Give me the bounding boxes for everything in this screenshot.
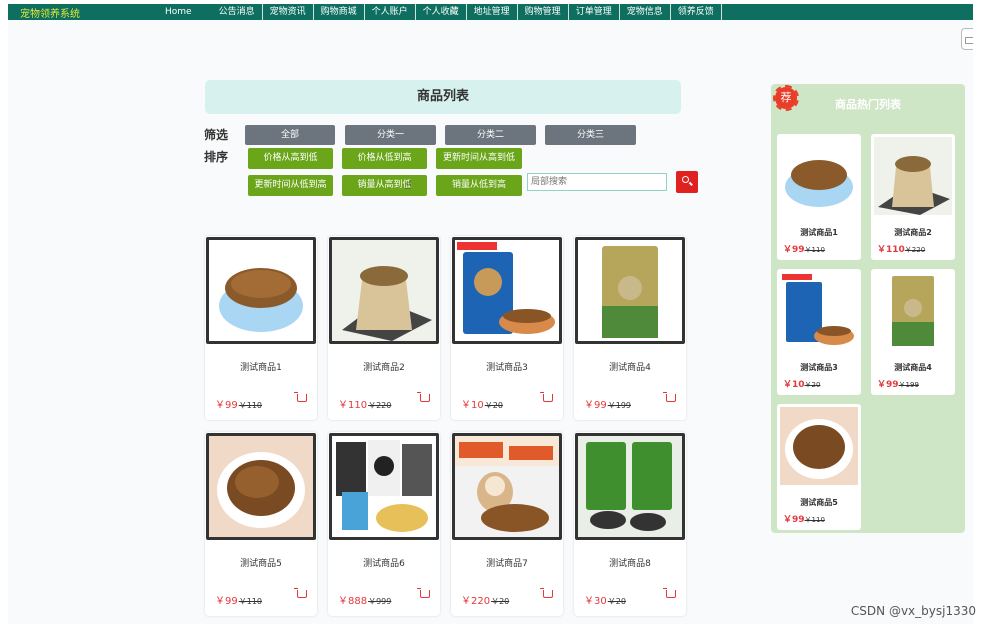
sort-time-desc-button[interactable]: 更新时间从高到低 [436, 148, 522, 169]
nav-link-home[interactable]: Home [158, 4, 212, 20]
hot-product-image-fresh-cat-food-bag[interactable] [874, 272, 952, 350]
hot-product-name[interactable]: 测试商品3 [777, 362, 861, 373]
sort-sales-asc-button[interactable]: 销量从低到高 [436, 175, 522, 196]
product-name[interactable]: 测试商品1 [205, 360, 317, 373]
hot-product-price: ￥10￥20 [783, 380, 821, 390]
nav-link-adoption-feedback[interactable]: 领养反馈 [671, 4, 722, 20]
hot-product-card[interactable]: 测试商品4 ￥99￥199 [871, 269, 955, 395]
sort-price-asc-button[interactable]: 价格从低到高 [342, 148, 427, 169]
search-icon [682, 176, 689, 183]
hot-product-name[interactable]: 测试商品2 [871, 227, 955, 238]
side-toggle-button[interactable] [961, 28, 973, 50]
product-price: ￥99￥110 [215, 596, 263, 607]
product-name[interactable]: 测试商品3 [451, 360, 563, 373]
filter-category-2-button[interactable]: 分类二 [445, 125, 536, 145]
product-card[interactable]: 测试商品2 ￥110￥220 [328, 236, 440, 420]
filter-category-1-button[interactable]: 分类一 [345, 125, 436, 145]
add-to-cart-icon[interactable] [540, 588, 553, 598]
add-to-cart-icon[interactable] [294, 392, 307, 402]
filter-category-3-button[interactable]: 分类三 [545, 125, 636, 145]
nav-link-purchases[interactable]: 购物管理 [518, 4, 569, 20]
product-image-dog-food-poster[interactable] [452, 433, 562, 540]
hot-product-image-cat-food-plate[interactable] [780, 407, 858, 485]
product-price: ￥110￥220 [338, 400, 392, 411]
product-card[interactable]: 测试商品6 ￥888￥999 [328, 432, 440, 616]
nav-link-orders[interactable]: 订单管理 [569, 4, 620, 20]
hot-product-card[interactable]: 测试商品2 ￥110￥220 [871, 134, 955, 260]
product-image-fresh-cat-food-bag[interactable] [575, 237, 685, 344]
product-name[interactable]: 测试商品7 [451, 556, 563, 569]
hot-products-title: 商品热门列表 [835, 98, 901, 111]
nav-link-pet-news[interactable]: 宠物资讯 [263, 4, 314, 20]
product-name[interactable]: 测试商品5 [205, 556, 317, 569]
sort-price-desc-button[interactable]: 价格从高到低 [248, 148, 333, 169]
site-brand[interactable]: 宠物领养系统 [20, 5, 80, 20]
product-name[interactable]: 测试商品2 [328, 360, 440, 373]
product-image-green-food-bags[interactable] [575, 433, 685, 540]
product-card[interactable]: 测试商品1 ￥99￥110 [205, 236, 317, 420]
product-image-cat-food-blue-bowl[interactable] [206, 237, 316, 344]
sort-time-asc-button[interactable]: 更新时间从低到高 [248, 175, 333, 196]
add-to-cart-icon[interactable] [417, 588, 430, 598]
hot-product-card[interactable]: 测试商品3 ￥10￥20 [777, 269, 861, 395]
nav-link-pet-info[interactable]: 宠物信息 [620, 4, 671, 20]
nav-link-favorites[interactable]: 个人收藏 [416, 4, 467, 20]
product-image-cat-food-burlap-sack[interactable] [329, 237, 439, 344]
product-price: ￥220￥20 [461, 596, 510, 607]
product-price: ￥30￥20 [584, 596, 626, 607]
product-name[interactable]: 测试商品4 [574, 360, 686, 373]
hot-product-image-cat-food-blue-bag[interactable] [780, 272, 858, 350]
watermark: CSDN @vx_bysj1330 [850, 604, 976, 618]
add-to-cart-icon[interactable] [663, 588, 676, 598]
nav-link-shop[interactable]: 购物商城 [314, 4, 365, 20]
product-list-title: 商品列表 [205, 80, 681, 114]
nav-links: Home 公告消息 宠物资讯 购物商城 个人账户 个人收藏 地址管理 购物管理 … [158, 4, 722, 20]
nav-link-account[interactable]: 个人账户 [365, 4, 416, 20]
hot-product-price: ￥99￥199 [877, 380, 919, 390]
product-card[interactable]: 测试商品7 ￥220￥20 [451, 432, 563, 616]
filter-label: 筛选 [204, 128, 229, 142]
product-image-cat-food-plate[interactable] [206, 433, 316, 540]
product-card[interactable]: 测试商品8 ￥30￥20 [574, 432, 686, 616]
add-to-cart-icon[interactable] [294, 588, 307, 598]
product-card[interactable]: 测试商品5 ￥99￥110 [205, 432, 317, 616]
nav-link-address[interactable]: 地址管理 [467, 4, 518, 20]
search-button[interactable] [676, 171, 698, 193]
nav-link-notices[interactable]: 公告消息 [212, 4, 263, 20]
product-image-cat-food-blue-bag[interactable] [452, 237, 562, 344]
product-card[interactable]: 测试商品3 ￥10￥20 [451, 236, 563, 420]
hot-product-price: ￥99￥110 [783, 515, 825, 525]
hot-products-panel: 荐 商品热门列表 测试商品1 ￥99￥110 测试商品2 ￥110￥220 测试… [771, 84, 965, 533]
product-price: ￥10￥20 [461, 400, 503, 411]
sort-label: 排序 [204, 150, 229, 164]
product-name[interactable]: 测试商品8 [574, 556, 686, 569]
product-price: ￥99￥199 [584, 400, 632, 411]
search-input[interactable] [527, 173, 667, 191]
product-price: ￥99￥110 [215, 400, 263, 411]
hot-product-name[interactable]: 测试商品1 [777, 227, 861, 238]
page-frame: 宠物领养系统 Home 公告消息 宠物资讯 购物商城 个人账户 个人收藏 地址管… [8, 4, 973, 624]
hot-product-name[interactable]: 测试商品5 [777, 497, 861, 508]
filter-all-button[interactable]: 全部 [245, 125, 335, 145]
sort-sales-desc-button[interactable]: 销量从高到低 [342, 175, 427, 196]
hot-product-price: ￥99￥110 [783, 245, 825, 255]
add-to-cart-icon[interactable] [540, 392, 553, 402]
hot-product-image-cat-food-burlap-sack[interactable] [874, 137, 952, 215]
product-card[interactable]: 测试商品4 ￥99￥199 [574, 236, 686, 420]
hot-product-card[interactable]: 测试商品5 ￥99￥110 [777, 404, 861, 530]
add-to-cart-icon[interactable] [417, 392, 430, 402]
pointer-cursor-icon: ☝ [404, 178, 412, 193]
hot-product-card[interactable]: 测试商品1 ￥99￥110 [777, 134, 861, 260]
hot-product-price: ￥110￥220 [877, 245, 926, 255]
hot-product-name[interactable]: 测试商品4 [871, 362, 955, 373]
product-price: ￥888￥999 [338, 596, 392, 607]
add-to-cart-icon[interactable] [663, 392, 676, 402]
product-image-dog-food-bags[interactable] [329, 433, 439, 540]
product-name[interactable]: 测试商品6 [328, 556, 440, 569]
hot-product-image-cat-food-blue-bowl[interactable] [780, 137, 858, 215]
top-navigation: 宠物领养系统 Home 公告消息 宠物资讯 购物商城 个人账户 个人收藏 地址管… [8, 4, 973, 20]
